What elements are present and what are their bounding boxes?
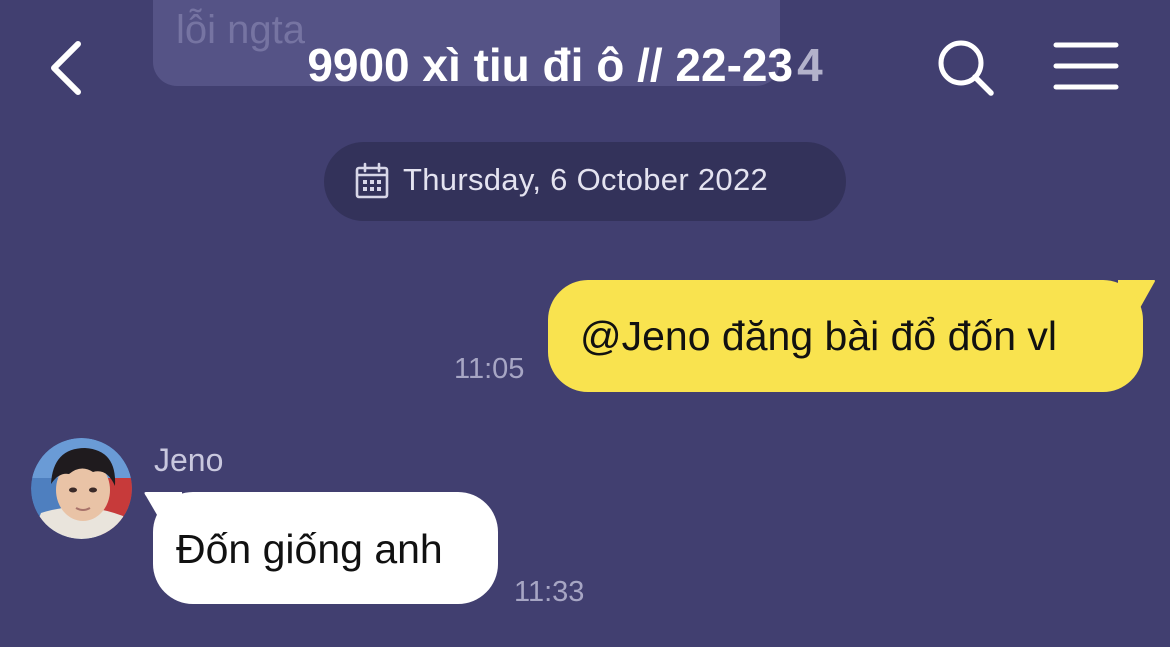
outgoing-message-text: @Jeno đăng bài đổ đốn vl: [580, 313, 1058, 359]
sender-avatar[interactable]: [31, 438, 132, 539]
chat-title-area[interactable]: 9900 xì tiu đi ô // 22-234: [200, 38, 930, 92]
incoming-message-time: 11:33: [514, 576, 585, 608]
chevron-left-icon: [51, 41, 81, 95]
search-button[interactable]: [934, 36, 998, 100]
chat-header: 9900 xì tiu đi ô // 22-234: [0, 0, 1170, 135]
calendar-icon: [355, 162, 389, 199]
date-label: Thursday, 6 October 2022: [403, 162, 769, 197]
incoming-message-bubble[interactable]: Đốn giống anh: [153, 492, 498, 604]
hamburger-menu-icon: [1053, 42, 1119, 90]
menu-button[interactable]: [1052, 40, 1120, 92]
chat-title: 9900 xì tiu đi ô // 22-23: [307, 39, 794, 91]
sender-name[interactable]: Jeno: [154, 442, 223, 479]
outgoing-message-bubble[interactable]: @Jeno đăng bài đổ đốn vl: [548, 280, 1143, 392]
avatar-image: [31, 438, 132, 539]
search-icon: [938, 40, 994, 96]
chat-screen: lỗi ngta 9900 xì tiu đi ô // 22-234 Thur…: [0, 0, 1170, 647]
date-divider[interactable]: Thursday, 6 October 2022: [324, 142, 846, 221]
outgoing-message-time: 11:05: [454, 353, 525, 385]
member-count: 4: [797, 39, 823, 91]
incoming-message-text: Đốn giống anh: [176, 526, 443, 572]
back-button[interactable]: [40, 36, 96, 100]
